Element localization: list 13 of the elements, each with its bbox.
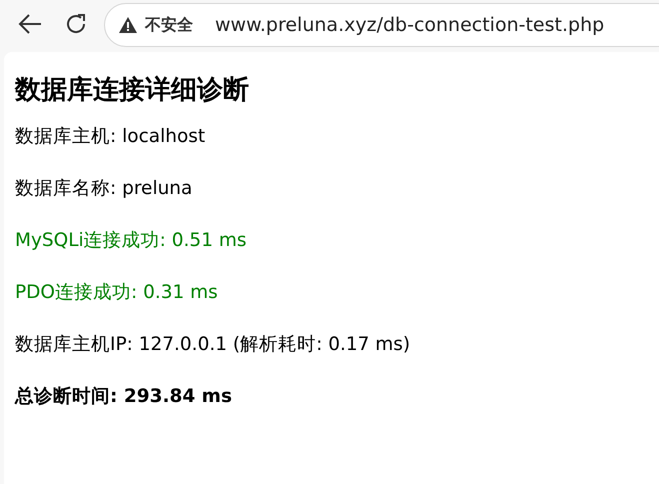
page-heading: 数据库连接详细诊断 [15,74,250,107]
url-text: www.preluna.xyz/db-connection-test.php [215,14,604,36]
warning-icon [119,17,137,33]
info-text: 数据库名称: preluna [15,177,194,201]
back-arrow-icon [17,13,43,35]
success-message: MySQLi连接成功: 0.51 ms [15,229,248,253]
reload-icon [64,12,88,36]
address-bar[interactable]: 不安全 www.preluna.xyz/db-connection-test.php [104,3,659,47]
info-text: 数据库主机IP: 127.0.0.1 (解析耗时: 0.17 ms) [15,333,412,357]
security-label[interactable]: 不安全 [145,14,193,36]
total-time-text: 总诊断时间: 293.84 ms [15,385,233,409]
success-message: PDO连接成功: 0.31 ms [15,281,219,305]
info-text: 数据库主机: localhost [15,125,206,149]
